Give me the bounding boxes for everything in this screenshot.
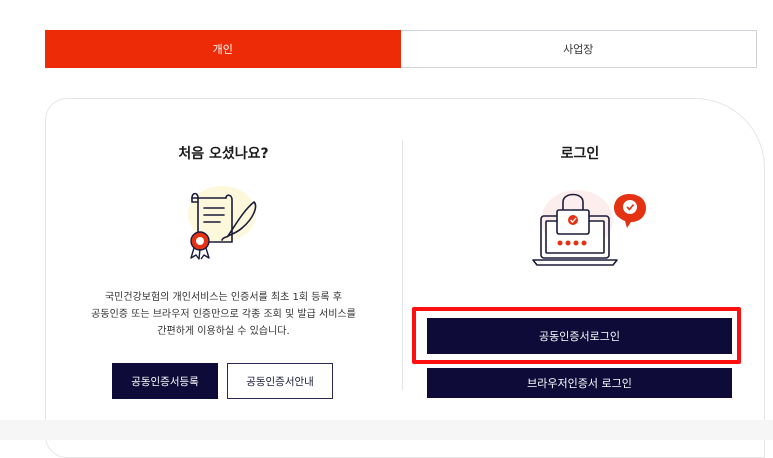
service-description: 국민건강보험의 개인서비스는 인증서를 최초 1회 등록 후 공동인증 또는 브…: [45, 289, 402, 340]
highlight-box: [412, 307, 741, 364]
description-line: 간편하게 이용하실 수 있습니다.: [157, 326, 290, 337]
certificate-register-button[interactable]: 공동인증서등록: [112, 363, 218, 399]
laptop-lock-icon: [532, 190, 646, 266]
browser-certificate-login-button[interactable]: 브라우저인증서 로그인: [427, 368, 732, 398]
description-line: 국민건강보험의 개인서비스는 인증서를 최초 1회 등록 후: [104, 292, 343, 303]
column-divider: [402, 140, 403, 390]
tab-bar: 개인 사업장: [45, 30, 757, 68]
certificate-guide-button[interactable]: 공동인증서안내: [227, 363, 333, 399]
tab-personal[interactable]: 개인: [45, 30, 401, 68]
description-line: 공동인증 또는 브라우저 인증만으로 각종 조회 및 발급 서비스를: [91, 309, 356, 320]
certificate-icon: [188, 186, 257, 260]
login-title: 로그인: [560, 146, 600, 162]
bottom-strip: [0, 420, 773, 440]
first-visit-title: 처음 오셨나요?: [178, 146, 269, 162]
tab-business[interactable]: 사업장: [400, 30, 757, 68]
